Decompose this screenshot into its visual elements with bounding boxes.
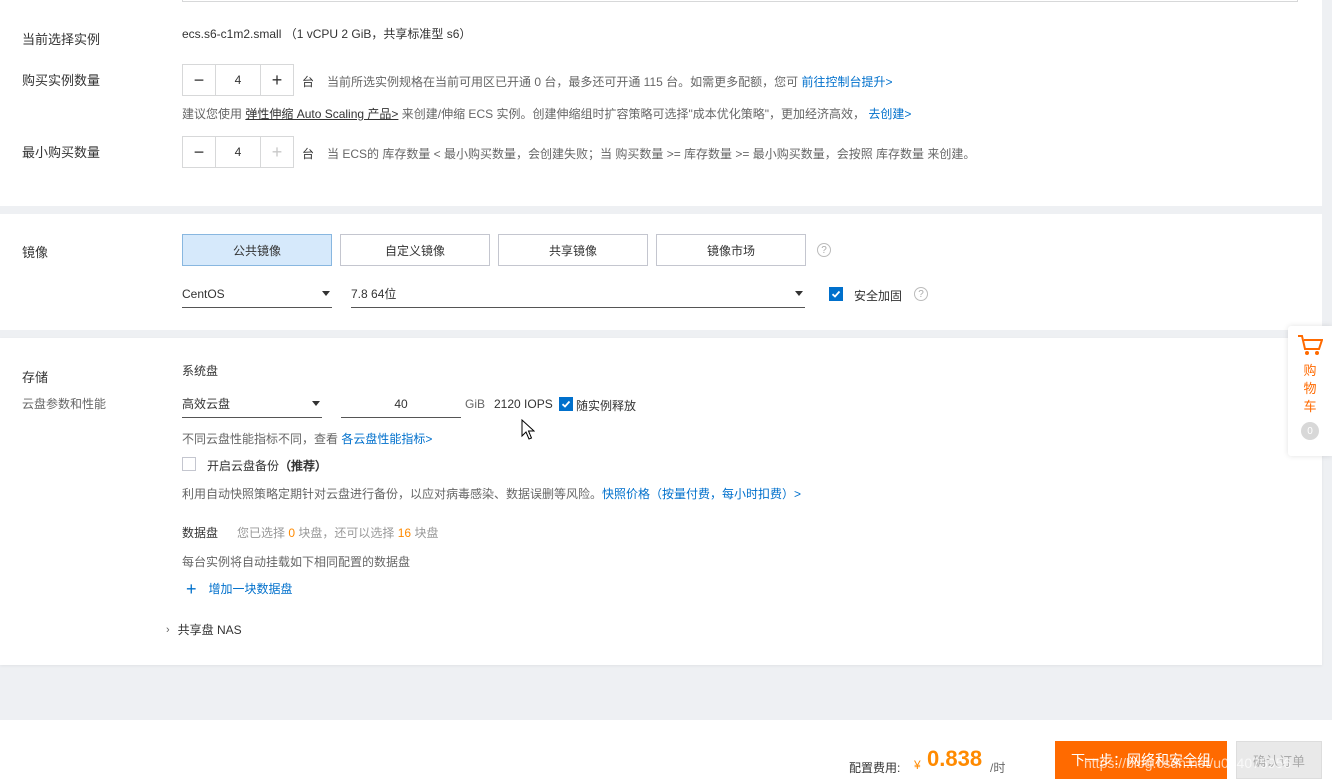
backup-note: 利用自动快照策略定期针对云盘进行备份，以应对病毒感染、数据误删等风险。快照价格（… [182,485,801,502]
plus-icon: + [186,578,197,599]
cart-label-3: 车 [1303,399,1317,414]
current-instance-value: ecs.s6-c1m2.small （1 vCPU 2 GiB，共享标准型 s6… [182,25,471,42]
price-value: 0.838 [927,746,983,771]
security-help-icon[interactable]: ? [914,287,928,301]
purchase-qty-stepper[interactable]: − 4 + [182,64,294,96]
chevron-down-icon [322,291,330,296]
disk-iops: 2120 IOPS [494,397,553,411]
cart-label-2: 物 [1303,381,1317,396]
security-label: 安全加固 [854,289,903,303]
cart-label-1: 购 [1303,363,1317,378]
decrement-button[interactable]: − [183,65,215,95]
release-with-instance-label: 随实例释放 [576,399,637,413]
tab-shared-image[interactable]: 共享镜像 [498,234,648,266]
data-disk-post: 块盘 [414,526,439,540]
hint-text: 来创建/伸缩 ECS 实例。创建伸缩组时扩容策略可选择"成本优化策略"，更加经济… [401,107,865,121]
hint-prefix: 建议您使用 [182,107,243,121]
min-increment-button[interactable]: + [261,137,293,167]
os-select[interactable]: CentOS [182,280,332,308]
instance-desc: （1 vCPU 2 GiB，共享标准型 s6） [284,27,472,41]
add-data-disk-button[interactable]: + 增加一块数据盘 [186,578,293,599]
top-select-edge [182,0,1298,2]
current-instance-label: 当前选择实例 [22,32,101,47]
instance-spec: ecs.s6-c1m2.small [182,27,282,41]
disk-perf-text: 不同云盘性能指标不同，查看 [182,432,339,446]
chevron-right-icon: › [166,623,170,636]
autoscaling-link[interactable]: 弹性伸缩 Auto Scaling 产品> [245,107,398,121]
tab-custom-image[interactable]: 自定义镜像 [340,234,490,266]
disk-perf-link[interactable]: 各云盘性能指标> [341,432,432,446]
chevron-down-icon [312,401,320,406]
add-data-disk-label: 增加一块数据盘 [208,582,293,596]
purchase-note-text: 当前所选实例规格在当前可用区已开通 0 台，最多还可开通 115 台。如需更多配… [327,75,799,89]
purchase-note: 当前所选实例规格在当前可用区已开通 0 台，最多还可开通 115 台。如需更多配… [327,73,893,90]
autoscaling-hint: 建议您使用 弹性伸缩 Auto Scaling 产品> 来创建/伸缩 ECS 实… [182,105,911,122]
nas-toggle[interactable]: › 共享盘 NAS [166,621,242,638]
fee-label: 配置费用: [849,761,901,775]
data-disk-selected: 0 [288,526,296,540]
data-disk-note: 每台实例将自动挂载如下相同配置的数据盘 [182,555,411,569]
data-disk-pre: 您已选择 [237,526,286,540]
nas-label: 共享盘 NAS [177,623,242,637]
data-disk-label: 数据盘 [182,526,219,540]
data-disk-mid: 块盘，还可以选择 [298,526,395,540]
backup-label-text: 开启云盘备份 [207,459,280,473]
check-icon [561,400,571,408]
image-label: 镜像 [22,245,49,260]
storage-label: 存储 [22,370,49,385]
purchase-qty-value[interactable]: 4 [215,65,261,95]
mouse-cursor-icon [521,419,535,440]
disk-size-unit: GiB [465,397,486,411]
tab-image-market[interactable]: 镜像市场 [656,234,806,266]
cart-icon [1298,335,1323,355]
backup-checkbox[interactable] [182,457,196,471]
backup-label: 开启云盘备份（推荐） [207,457,327,474]
data-disk-remaining: 16 [397,526,412,540]
disk-size-value: 40 [394,396,408,411]
disk-type-select[interactable]: 高效云盘 [182,390,322,418]
min-qty-label: 最小购买数量 [22,145,101,160]
confirm-order-button[interactable]: 确认订单 [1236,741,1322,779]
snapshot-price-link[interactable]: 快照价格（按量付费，每小时扣费）> [602,487,801,501]
system-disk-label: 系统盘 [182,364,219,378]
image-panel [0,214,1322,330]
storage-sublabel: 云盘参数和性能 [22,397,107,411]
release-with-instance-checkbox[interactable] [559,397,573,411]
image-help-icon[interactable]: ? [817,243,831,257]
quota-link[interactable]: 前往控制台提升> [802,75,893,89]
cart-count-badge: 0 [1301,422,1319,440]
os-value: CentOS [182,286,225,301]
price-currency: ¥ [914,758,921,772]
check-icon [831,290,841,298]
version-value: 7.8 64位 [351,287,397,301]
tab-public-image[interactable]: 公共镜像 [182,234,332,266]
min-decrement-button[interactable]: − [183,137,215,167]
price-unit: /时 [990,761,1006,775]
version-select[interactable]: 7.8 64位 [351,280,805,308]
disk-size-input[interactable]: 40 [341,390,461,418]
chevron-down-icon [795,291,803,296]
min-qty-note: 当 ECS的 库存数量 < 最小购买数量，会创建失败；当 购买数量 >= 库存数… [327,147,976,161]
min-qty-value[interactable]: 4 [215,137,261,167]
next-step-button[interactable]: 下一步：网络和安全组 [1055,741,1227,779]
min-qty-stepper[interactable]: − 4 + [182,136,294,168]
purchase-unit: 台 [302,75,315,89]
backup-note-text: 利用自动快照策略定期针对云盘进行备份，以应对病毒感染、数据误删等风险。 [182,487,603,501]
min-unit: 台 [302,147,315,161]
disk-perf-note: 不同云盘性能指标不同，查看 各云盘性能指标> [182,430,432,447]
data-disk-count: 您已选择 0 块盘，还可以选择 16 块盘 [237,524,438,541]
security-checkbox[interactable] [829,287,843,301]
backup-recommend: （推荐） [279,459,328,473]
create-link[interactable]: 去创建> [868,107,911,121]
disk-type-value: 高效云盘 [182,397,231,411]
purchase-qty-label: 购买实例数量 [22,73,101,88]
shopping-cart-widget[interactable]: 购 物 车 0 [1288,326,1332,456]
increment-button[interactable]: + [261,65,293,95]
